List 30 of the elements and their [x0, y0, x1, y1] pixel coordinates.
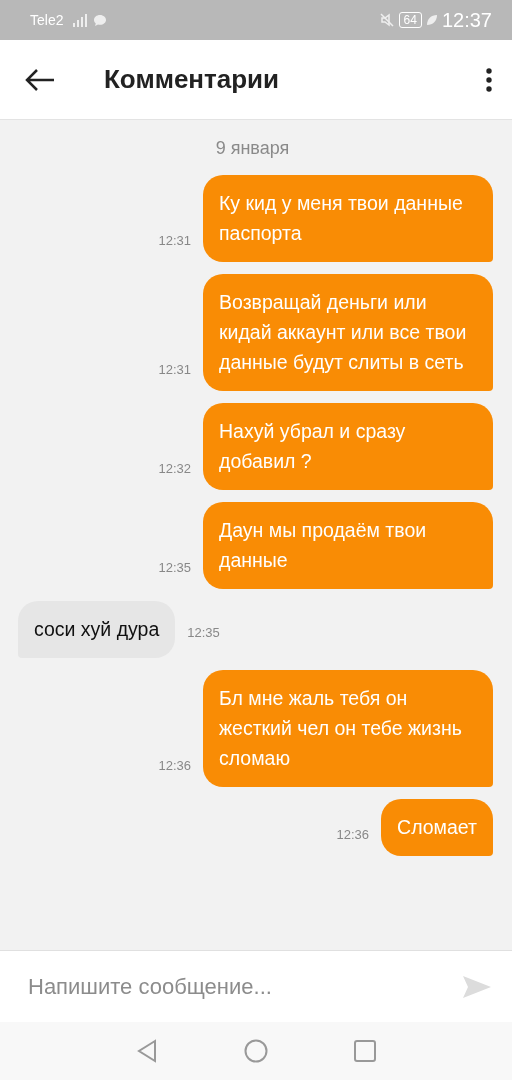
- message-input[interactable]: Напишите сообщение...: [0, 950, 450, 1022]
- message-bubble: Ку кид у меня твои данные паспорта: [203, 175, 493, 262]
- message-time: 12:36: [158, 758, 191, 773]
- message-time: 12:35: [158, 560, 191, 575]
- date-separator: 9 января: [214, 138, 291, 159]
- screen-title: Комментарии: [104, 64, 281, 95]
- chat-icon: [93, 13, 108, 27]
- message-time: 12:31: [158, 362, 191, 377]
- battery-level: 64: [398, 12, 422, 28]
- back-arrow-icon[interactable]: [24, 67, 56, 92]
- mute-icon: [378, 12, 395, 28]
- message-bubble: Бл мне жаль тебя он жесткий чел он тебе жизнь сломаю: [203, 670, 493, 787]
- back-icon[interactable]: [136, 1039, 158, 1063]
- recents-icon[interactable]: [354, 1040, 376, 1062]
- message-time: 12:36: [336, 827, 370, 842]
- message-bubble: соси хуй дура: [18, 601, 176, 658]
- message-bubble: Возвращай деньги или кидай аккаунт или все твои данные будут слиты в сеть: [203, 274, 493, 391]
- message-bubble: Сломает: [381, 799, 493, 856]
- message-bubble: Даун мы продаём твои данные: [203, 502, 493, 589]
- message-bubble: Нахуй убрал и сразу добавил ?: [203, 403, 493, 490]
- more-menu-icon[interactable]: [486, 67, 492, 92]
- message-time: 12:31: [158, 233, 191, 248]
- carrier-name: Tele2: [30, 12, 64, 28]
- clock: 12:37: [441, 8, 492, 32]
- send-button[interactable]: [450, 950, 512, 1022]
- message-time: 12:35: [187, 625, 220, 640]
- leaf-icon: [425, 14, 438, 26]
- message-time: 12:32: [158, 461, 191, 476]
- home-icon[interactable]: [244, 1039, 268, 1063]
- send-icon: [462, 974, 492, 999]
